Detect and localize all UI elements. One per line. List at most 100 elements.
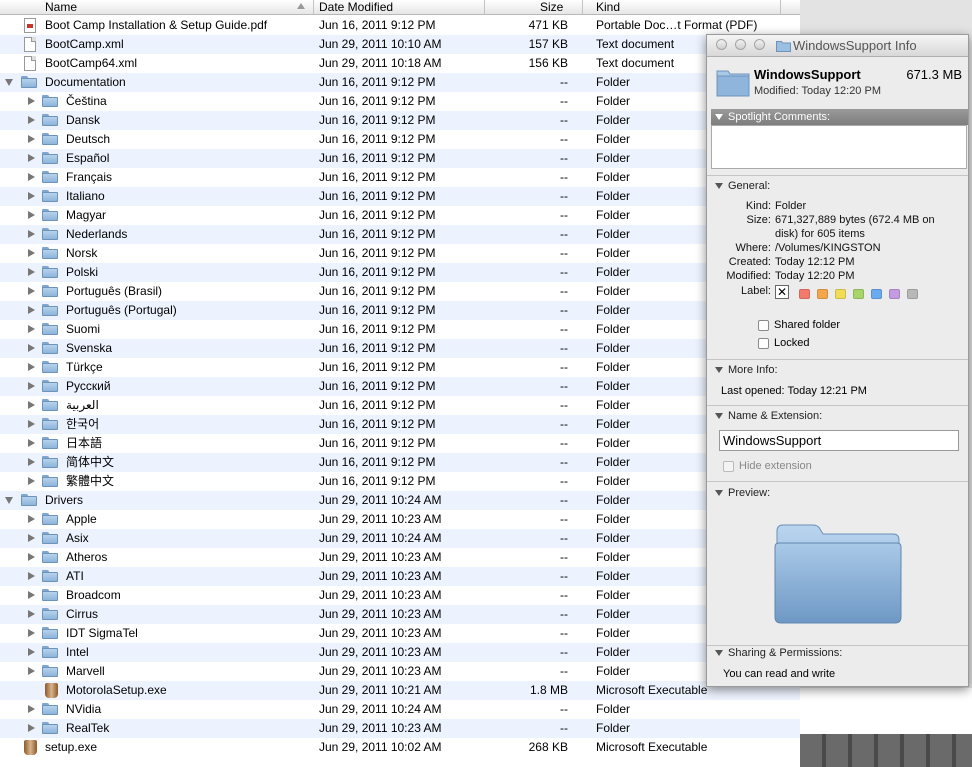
column-name-header[interactable]: Name xyxy=(45,0,77,14)
column-divider[interactable] xyxy=(313,0,314,14)
shared-folder-checkbox[interactable] xyxy=(758,320,769,331)
zoom-button[interactable] xyxy=(754,39,765,50)
general-section-header[interactable]: General: xyxy=(707,178,968,194)
disclosure-closed-icon[interactable] xyxy=(28,382,35,390)
table-row[interactable]: Français Jun 16, 2011 9:12 PM -- Folder xyxy=(0,168,800,187)
table-row[interactable]: 한국어 Jun 16, 2011 9:12 PM -- Folder xyxy=(0,415,800,434)
table-row[interactable]: Documentation Jun 16, 2011 9:12 PM -- Folde… xyxy=(0,73,800,92)
disclosure-closed-icon[interactable] xyxy=(28,230,35,238)
disclosure-open-icon[interactable] xyxy=(5,79,13,86)
table-row[interactable]: ATI Jun 29, 2011 10:23 AM -- Folder xyxy=(0,567,800,586)
disclosure-closed-icon[interactable] xyxy=(28,629,35,637)
disclosure-closed-icon[interactable] xyxy=(28,135,35,143)
table-row[interactable]: Italiano Jun 16, 2011 9:12 PM -- Folder xyxy=(0,187,800,206)
title-bar[interactable]: WindowsSupport Info xyxy=(707,35,968,57)
label-color-swatch[interactable] xyxy=(871,289,882,299)
table-row[interactable]: Atheros Jun 29, 2011 10:23 AM -- Folder xyxy=(0,548,800,567)
disclosure-closed-icon[interactable] xyxy=(28,648,35,656)
locked-checkbox[interactable] xyxy=(758,338,769,349)
table-row[interactable]: setup.exe Jun 29, 2011 10:02 AM 268 KB Micr… xyxy=(0,738,800,757)
disclosure-closed-icon[interactable] xyxy=(28,325,35,333)
disclosure-closed-icon[interactable] xyxy=(28,268,35,276)
more-info-section-header[interactable]: More Info: xyxy=(707,362,968,378)
name-extension-section-header[interactable]: Name & Extension: xyxy=(707,408,968,424)
table-row[interactable]: Norsk Jun 16, 2011 9:12 PM -- Folder xyxy=(0,244,800,263)
table-row[interactable]: Português (Portugal) Jun 16, 2011 9:12 PM… xyxy=(0,301,800,320)
label-color-swatch[interactable] xyxy=(907,289,918,299)
column-divider[interactable] xyxy=(484,0,485,14)
table-row[interactable]: Deutsch Jun 16, 2011 9:12 PM -- Folder xyxy=(0,130,800,149)
hide-extension-checkbox[interactable] xyxy=(723,461,734,472)
table-row[interactable]: Svenska Jun 16, 2011 9:12 PM -- Folder xyxy=(0,339,800,358)
label-color-swatch[interactable] xyxy=(799,289,810,299)
disclosure-closed-icon[interactable] xyxy=(28,705,35,713)
label-color-swatch[interactable] xyxy=(817,289,828,299)
disclosure-closed-icon[interactable] xyxy=(28,116,35,124)
table-row[interactable]: Polski Jun 16, 2011 9:12 PM -- Folder xyxy=(0,263,800,282)
table-row[interactable]: Broadcom Jun 29, 2011 10:23 AM -- Folder xyxy=(0,586,800,605)
disclosure-open-icon[interactable] xyxy=(5,497,13,504)
table-row[interactable]: IDT SigmaTel Jun 29, 2011 10:23 AM -- Folde… xyxy=(0,624,800,643)
table-row[interactable]: 繁體中文 Jun 16, 2011 9:12 PM -- Folder xyxy=(0,472,800,491)
disclosure-closed-icon[interactable] xyxy=(28,515,35,523)
preview-section-header[interactable]: Preview: xyxy=(707,485,968,501)
name-input[interactable] xyxy=(719,430,959,451)
disclosure-closed-icon[interactable] xyxy=(28,306,35,314)
table-row[interactable]: RealTek Jun 29, 2011 10:23 AM -- Folder xyxy=(0,719,800,738)
disclosure-closed-icon[interactable] xyxy=(28,420,35,428)
close-button[interactable] xyxy=(716,39,727,50)
minimize-button[interactable] xyxy=(735,39,746,50)
table-row[interactable]: Español Jun 16, 2011 9:12 PM -- Folder xyxy=(0,149,800,168)
table-row[interactable]: NVidia Jun 29, 2011 10:24 AM -- Folder xyxy=(0,700,800,719)
disclosure-closed-icon[interactable] xyxy=(28,439,35,447)
disclosure-closed-icon[interactable] xyxy=(28,610,35,618)
table-row[interactable]: العربية Jun 16, 2011 9:12 PM -- Folder xyxy=(0,396,800,415)
disclosure-closed-icon[interactable] xyxy=(28,534,35,542)
label-color-swatch[interactable] xyxy=(853,289,864,299)
disclosure-closed-icon[interactable] xyxy=(28,173,35,181)
disclosure-closed-icon[interactable] xyxy=(28,724,35,732)
table-row[interactable]: Čeština Jun 16, 2011 9:12 PM -- Folder xyxy=(0,92,800,111)
table-row[interactable]: Suomi Jun 16, 2011 9:12 PM -- Folder xyxy=(0,320,800,339)
disclosure-closed-icon[interactable] xyxy=(28,249,35,257)
table-row[interactable]: Русский Jun 16, 2011 9:12 PM -- Folder xyxy=(0,377,800,396)
column-size-header[interactable]: Size xyxy=(540,0,563,14)
table-row[interactable]: Dansk Jun 16, 2011 9:12 PM -- Folder xyxy=(0,111,800,130)
table-row[interactable]: 日本語 Jun 16, 2011 9:12 PM -- Folder xyxy=(0,434,800,453)
table-row[interactable]: Marvell Jun 29, 2011 10:23 AM -- Folder xyxy=(0,662,800,681)
table-row[interactable]: Türkçe Jun 16, 2011 9:12 PM -- Folder xyxy=(0,358,800,377)
disclosure-closed-icon[interactable] xyxy=(28,287,35,295)
disclosure-closed-icon[interactable] xyxy=(28,401,35,409)
table-row[interactable]: Asix Jun 29, 2011 10:24 AM -- Folder xyxy=(0,529,800,548)
disclosure-closed-icon[interactable] xyxy=(28,572,35,580)
column-kind-header[interactable]: Kind xyxy=(596,0,620,14)
disclosure-closed-icon[interactable] xyxy=(28,344,35,352)
disclosure-closed-icon[interactable] xyxy=(28,192,35,200)
disclosure-closed-icon[interactable] xyxy=(28,458,35,466)
table-row[interactable]: Magyar Jun 16, 2011 9:12 PM -- Folder xyxy=(0,206,800,225)
disclosure-closed-icon[interactable] xyxy=(28,154,35,162)
disclosure-closed-icon[interactable] xyxy=(28,477,35,485)
spotlight-comments-field[interactable] xyxy=(711,125,967,169)
disclosure-closed-icon[interactable] xyxy=(28,553,35,561)
disclosure-closed-icon[interactable] xyxy=(28,211,35,219)
table-row[interactable]: BootCamp.xml Jun 29, 2011 10:10 AM 157 KB T… xyxy=(0,35,800,54)
column-date-header[interactable]: Date Modified xyxy=(319,0,393,14)
table-row[interactable]: 简体中文 Jun 16, 2011 9:12 PM -- Folder xyxy=(0,453,800,472)
disclosure-closed-icon[interactable] xyxy=(28,667,35,675)
disclosure-closed-icon[interactable] xyxy=(28,97,35,105)
column-divider[interactable] xyxy=(780,0,781,14)
table-row[interactable]: Boot Camp Installation & Setup Guide.pdf… xyxy=(0,16,800,35)
table-row[interactable]: Cirrus Jun 29, 2011 10:23 AM -- Folder xyxy=(0,605,800,624)
table-row[interactable]: Português (Brasil) Jun 16, 2011 9:12 PM --… xyxy=(0,282,800,301)
table-row[interactable]: Nederlands Jun 16, 2011 9:12 PM -- Folder xyxy=(0,225,800,244)
spotlight-section-header[interactable]: Spotlight Comments: xyxy=(711,109,968,125)
label-color-swatch[interactable] xyxy=(835,289,846,299)
table-row[interactable]: Intel Jun 29, 2011 10:23 AM -- Folder xyxy=(0,643,800,662)
sharing-section-header[interactable]: Sharing & Permissions: xyxy=(707,645,968,661)
disclosure-closed-icon[interactable] xyxy=(28,591,35,599)
no-label-swatch[interactable]: ✕ xyxy=(775,285,789,299)
table-row[interactable]: Drivers Jun 29, 2011 10:24 AM -- Folder xyxy=(0,491,800,510)
table-row[interactable]: BootCamp64.xml Jun 29, 2011 10:18 AM 156 K… xyxy=(0,54,800,73)
table-row[interactable]: MotorolaSetup.exe Jun 29, 2011 10:21 AM 1.… xyxy=(0,681,800,700)
